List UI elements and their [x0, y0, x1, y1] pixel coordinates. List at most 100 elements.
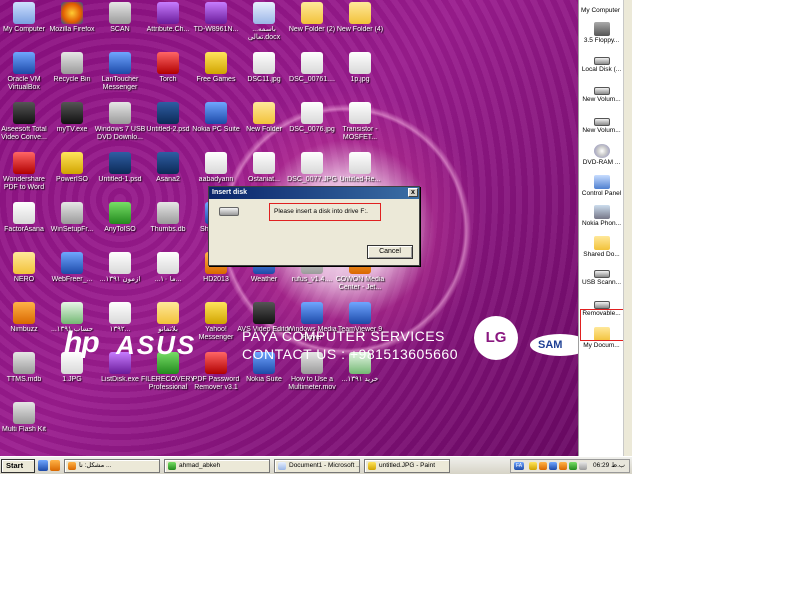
image-file-icon	[349, 152, 371, 174]
games-icon	[205, 52, 227, 74]
taskbar: Start مشکل: نا ... ahmad_abkeh Document1 -…	[0, 456, 632, 474]
computer-icon	[13, 2, 35, 24]
scanner-icon	[109, 2, 131, 24]
panel-item-label: Control Panel	[581, 189, 622, 197]
firefox-icon	[61, 2, 83, 24]
language-indicator[interactable]: FA	[514, 462, 524, 470]
antivirus-tray-icon[interactable]	[569, 462, 577, 470]
panel-item[interactable]: Shared Do...	[579, 235, 624, 258]
panel-item[interactable]: New Volum...	[579, 114, 624, 134]
taskbar-button-label: untitled.JPG - Paint	[379, 462, 435, 469]
phone-icon	[593, 205, 610, 219]
desktop-icon-label: ...۱۳۹۱ خرید	[341, 376, 379, 383]
panel-item[interactable]: DVD-RAM ...	[579, 144, 624, 166]
taskbar-button-label: مشکل: نا ...	[79, 462, 112, 469]
desktop: My Computer Mozilla Firefox SCAN Attribute.…	[0, 0, 578, 456]
tv-icon	[61, 102, 83, 124]
panel-item-label: DVD-RAM ...	[582, 159, 621, 166]
system-tray: FA 06:29 ب.ظ	[510, 459, 630, 473]
torch-icon	[157, 52, 179, 74]
poweriso-icon	[61, 152, 83, 174]
desktop-icon[interactable]: Multi Flash Kit	[0, 402, 52, 450]
panel-item[interactable]: New Volum...	[579, 83, 624, 103]
desktop-icon-label: Transistor - MOSFET...	[342, 126, 378, 141]
image-file-icon	[301, 152, 323, 174]
panel-item[interactable]: Nokia Phon...	[579, 205, 624, 227]
messenger-icon	[109, 52, 131, 74]
desktop-icon-label: Untitled-Re...	[339, 176, 381, 183]
start-button[interactable]: Start	[1, 459, 35, 473]
panel-item-label: USB Scann...	[581, 279, 622, 286]
document-icon	[109, 252, 131, 274]
video-converter-icon	[13, 102, 35, 124]
nimbuzz-icon	[13, 302, 35, 324]
hard-drive-icon	[593, 87, 610, 95]
desktop-icon[interactable]: New Folder (4)	[332, 2, 388, 50]
panel-scrollbar[interactable]	[623, 0, 632, 456]
dialog-title: Insert disk	[212, 189, 248, 196]
dvd-drive-icon	[593, 144, 610, 158]
nero-tray-icon[interactable]	[559, 462, 567, 470]
panel-item-label: New Volum...	[582, 126, 621, 134]
taskbar-button[interactable]: ahmad_abkeh	[164, 459, 270, 473]
image-file-icon	[349, 52, 371, 74]
usb-tool-icon	[109, 102, 131, 124]
volume-icon[interactable]	[579, 462, 587, 470]
desktop-icon-label: New Folder (4)	[336, 26, 384, 33]
image-file-icon	[301, 52, 323, 74]
panel-item-label: Shared Do...	[583, 250, 620, 258]
image-file-icon	[253, 52, 275, 74]
panel-item-label: My Docum...	[583, 342, 620, 349]
insert-disk-dialog: Insert disk x Please insert a disk into …	[208, 186, 420, 266]
desktop-icon-label: Multi Flash Kit	[2, 426, 46, 433]
teamviewer-tray-icon[interactable]	[549, 462, 557, 470]
archive-icon	[157, 2, 179, 24]
image-file-icon	[301, 102, 323, 124]
control-panel-icon	[593, 174, 610, 189]
yahoo-messenger-icon	[205, 302, 227, 324]
cancel-button[interactable]: Cancel	[367, 245, 413, 259]
hard-drive-icon	[593, 117, 610, 126]
drive-icon	[219, 207, 239, 216]
network-icon[interactable]	[529, 462, 537, 470]
media-player-icon	[301, 302, 323, 324]
removable-drive-icon	[593, 300, 610, 309]
panel-item[interactable]: USB Scann...	[579, 266, 624, 286]
folder-icon	[157, 302, 179, 324]
recycle-bin-icon	[61, 52, 83, 74]
panel-item[interactable]: 3.5 Floppy...	[579, 22, 624, 44]
panel-item[interactable]: Control Panel	[579, 174, 624, 197]
word-doc-icon	[253, 2, 275, 24]
photoshop-file-icon	[157, 152, 179, 174]
screenshot: My Computer Mozilla Firefox SCAN Attribute.…	[0, 0, 632, 474]
panel-item[interactable]: Local Disk (...	[579, 53, 624, 73]
clock: 06:29 ب.ظ	[593, 462, 626, 469]
firefox-quicklaunch-icon[interactable]	[50, 460, 60, 471]
flash-kit-icon	[13, 402, 35, 424]
photoshop-file-icon	[109, 152, 131, 174]
taskbar-button[interactable]: Document1 - Microsoft ...	[274, 459, 360, 473]
close-icon[interactable]: x	[408, 188, 418, 197]
show-desktop-icon[interactable]	[38, 460, 48, 471]
company-name: PAYA COMPUTER SERVICES	[242, 328, 445, 344]
desktop-icon[interactable]: Transistor - MOSFET...	[332, 102, 388, 150]
pdf-converter-icon	[13, 152, 35, 174]
folder-icon	[253, 102, 275, 124]
video-editor-icon	[253, 302, 275, 324]
document-icon	[253, 152, 275, 174]
folder-icon	[593, 235, 610, 250]
folder-icon	[301, 2, 323, 24]
database-file-icon	[13, 352, 35, 374]
panel-item-label: Local Disk (...	[581, 65, 622, 73]
photoshop-file-icon	[157, 102, 179, 124]
yahoo-tray-icon[interactable]	[539, 462, 547, 470]
image-file-icon	[13, 202, 35, 224]
image-file-icon	[157, 252, 179, 274]
excel-file-icon	[61, 302, 83, 324]
desktop-icon[interactable]: 1p.jpg	[332, 52, 388, 100]
folder-icon	[349, 2, 371, 24]
taskbar-button[interactable]: مشکل: نا ...	[64, 459, 160, 473]
hp-logo: hp	[64, 326, 100, 359]
taskbar-button[interactable]: untitled.JPG - Paint	[364, 459, 450, 473]
dialog-titlebar[interactable]: Insert disk x	[209, 187, 419, 199]
